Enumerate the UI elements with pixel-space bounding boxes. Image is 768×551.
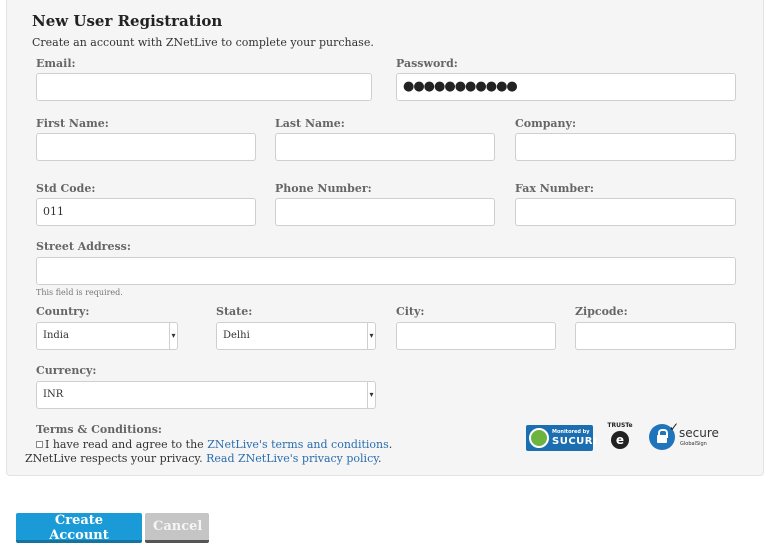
zipcode-field[interactable] <box>575 322 736 350</box>
std-code-label: Std Code: <box>36 182 96 195</box>
country-value: India <box>43 330 69 341</box>
password-field[interactable]: ●●●●●●●●●●● <box>396 73 736 101</box>
state-select[interactable]: Delhi ▾ <box>216 322 376 350</box>
zipcode-label: Zipcode: <box>575 305 628 318</box>
dropdown-arrow-icon: ▾ <box>367 382 375 408</box>
terms-agree-line: I have read and agree to the ZNetLive's … <box>36 438 392 451</box>
city-label: City: <box>396 305 425 318</box>
phone-label: Phone Number: <box>275 182 372 195</box>
state-label: State: <box>216 305 253 318</box>
last-name-label: Last Name: <box>275 117 345 130</box>
company-label: Company: <box>515 117 576 130</box>
currency-select[interactable]: INR ▾ <box>36 381 376 409</box>
city-field[interactable] <box>396 322 556 350</box>
registration-panel: New User Registration Create an account … <box>6 0 764 476</box>
form-subtitle: Create an account with ZNetLive to compl… <box>32 36 374 49</box>
std-code-field[interactable]: 011 <box>36 198 256 226</box>
truste-text: TRUSTe <box>607 422 633 429</box>
cancel-button[interactable]: Cancel <box>145 513 209 543</box>
email-field[interactable] <box>36 73 372 101</box>
first-name-field[interactable] <box>36 133 256 161</box>
privacy-line: ZNetLive respects your privacy. Read ZNe… <box>25 452 381 465</box>
street-field[interactable] <box>36 257 736 285</box>
country-select[interactable]: India ▾ <box>36 322 178 350</box>
terms-checkbox[interactable] <box>36 441 43 448</box>
globalsign-text: GlobalSign <box>680 441 707 447</box>
currency-value: INR <box>43 389 64 400</box>
state-value: Delhi <box>223 330 250 341</box>
password-label: Password: <box>396 57 458 70</box>
shield-icon <box>529 428 549 448</box>
terms-suffix: . <box>388 438 393 451</box>
privacy-text: ZNetLive respects your privacy. <box>25 452 207 465</box>
last-name-field[interactable] <box>275 133 495 161</box>
create-account-button[interactable]: Create Account <box>16 513 142 543</box>
privacy-link[interactable]: Read ZNetLive's privacy policy <box>206 452 378 465</box>
secure-text: secure <box>679 426 719 440</box>
terms-label: Terms & Conditions: <box>36 423 162 436</box>
company-field[interactable] <box>515 133 736 161</box>
fax-label: Fax Number: <box>515 182 594 195</box>
sucuri-brand-text: SUCURI <box>552 436 598 447</box>
phone-field[interactable] <box>275 198 495 226</box>
privacy-suffix: . <box>377 452 382 465</box>
country-label: Country: <box>36 305 90 318</box>
street-error: This field is required. <box>36 288 123 297</box>
street-label: Street Address: <box>36 240 131 253</box>
email-label: Email: <box>36 57 76 70</box>
truste-logo-icon: e <box>611 431 629 449</box>
sucuri-badge[interactable]: Monitored by SUCURI <box>526 425 597 451</box>
sucuri-small-text: Monitored by <box>552 429 590 435</box>
dropdown-arrow-icon: ▾ <box>367 323 375 349</box>
first-name-label: First Name: <box>36 117 109 130</box>
checkmark-icon: ✓ <box>669 420 680 434</box>
dropdown-arrow-icon: ▾ <box>169 323 177 349</box>
form-title: New User Registration <box>32 12 223 30</box>
truste-badge[interactable]: TRUSTe e <box>607 422 633 452</box>
terms-link[interactable]: ZNetLive's terms and conditions <box>207 438 389 451</box>
fax-field[interactable] <box>515 198 736 226</box>
globalsign-badge[interactable]: ✓ secure GlobalSign <box>649 420 723 452</box>
terms-text: I have read and agree to the <box>45 438 208 451</box>
currency-label: Currency: <box>36 364 97 377</box>
